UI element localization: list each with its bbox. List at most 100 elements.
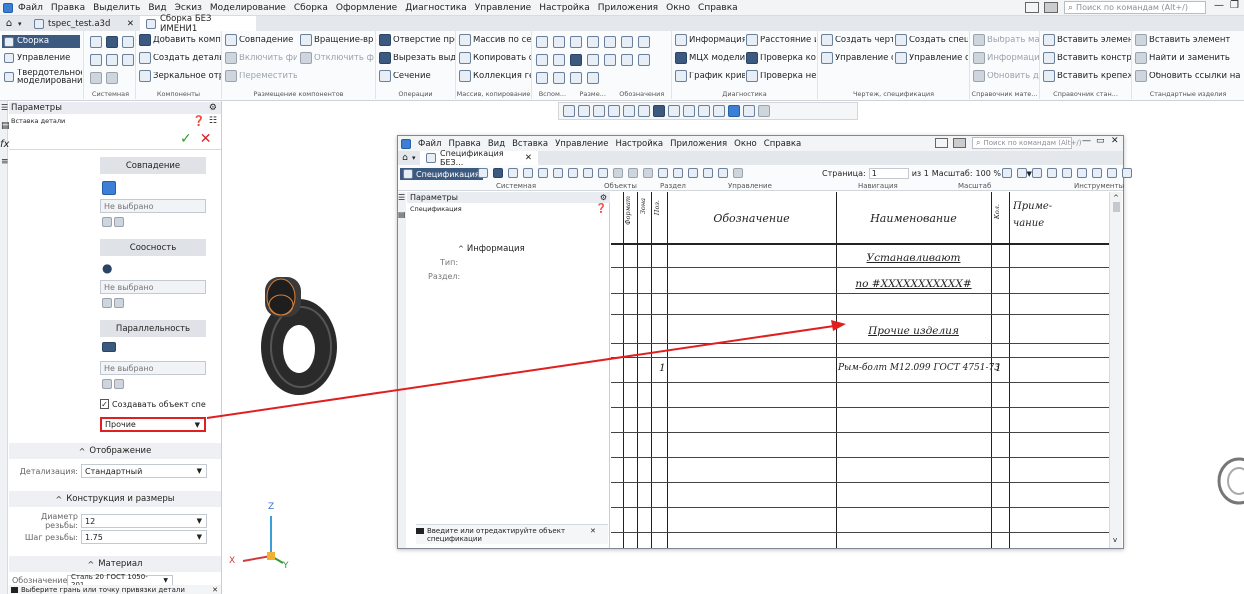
close-window-icon[interactable]: ✕ xyxy=(1111,136,1119,146)
install-text-line2[interactable]: по #XXXXXXXXXXX# xyxy=(836,278,991,290)
coaxial-object-field[interactable]: Не выбрано xyxy=(100,280,206,294)
new-file-icon[interactable] xyxy=(478,168,488,178)
manage-linked-specs-button[interactable]: Управление связанными с... xyxy=(895,52,968,64)
item-name[interactable]: Рым-болт М12.099 ГОСТ 4751-73 xyxy=(838,363,1000,373)
spec-menu-apps[interactable]: Приложения xyxy=(670,139,727,149)
continuity-check-button[interactable]: Проверка непрерывности xyxy=(746,70,816,82)
thread-icon[interactable] xyxy=(587,72,599,84)
create-drawing-button[interactable]: Создать чертеж по модели xyxy=(821,34,893,46)
menu-help[interactable]: Справка xyxy=(698,3,738,13)
close-tab-icon[interactable]: ✕ xyxy=(127,19,134,29)
cs-icon[interactable] xyxy=(553,72,565,84)
chevron-down-icon[interactable]: ▾ xyxy=(412,154,420,162)
insert-fastener-button[interactable]: Вставить крепежное со... xyxy=(1043,70,1131,82)
leader-icon[interactable] xyxy=(638,36,650,48)
linear-dim-icon[interactable] xyxy=(587,54,599,66)
properties-icon[interactable] xyxy=(106,54,118,66)
spec-menu-insert[interactable]: Вставка xyxy=(512,139,548,149)
select-pick-icon[interactable] xyxy=(102,379,112,389)
gear-icon[interactable]: ⚙ xyxy=(209,103,217,113)
table-icon[interactable] xyxy=(703,168,713,178)
tree-node-icon[interactable]: ▤ xyxy=(398,210,406,219)
tree-icon[interactable]: ☰ xyxy=(398,193,405,202)
settings-icon[interactable] xyxy=(553,168,563,178)
tools-b-icon[interactable] xyxy=(1107,168,1117,178)
plane-icon[interactable] xyxy=(553,36,565,48)
create-part-button[interactable]: Создать деталь xyxy=(139,52,221,64)
sketch-icon[interactable] xyxy=(536,72,548,84)
mass-properties-button[interactable]: МЦХ модели xyxy=(675,52,745,64)
help-icon[interactable]: ❓ xyxy=(192,116,204,127)
eyebolt-model[interactable] xyxy=(251,269,351,399)
minimize-icon[interactable]: — xyxy=(1082,136,1091,146)
create-spec-option[interactable]: ✓ Создавать объект спец... xyxy=(100,399,206,409)
tree-toggle-icon[interactable]: ☷ xyxy=(209,116,217,126)
rotate-icon[interactable] xyxy=(638,105,650,117)
parallel-object-field[interactable]: Не выбрано xyxy=(100,361,206,375)
display-section-header[interactable]: ^ Отображение xyxy=(9,443,221,459)
menu-window[interactable]: Окно xyxy=(666,3,690,13)
insert-std-element-button[interactable]: Вставить элемент xyxy=(1135,34,1241,46)
radius-dim-icon[interactable] xyxy=(604,36,616,48)
mirror-component-button[interactable]: Зеркальное отражение ко... xyxy=(139,70,221,82)
select-pick-icon[interactable] xyxy=(102,217,112,227)
copy-objects-button[interactable]: Копировать объекты xyxy=(459,52,531,64)
frame-icon[interactable] xyxy=(1047,168,1057,178)
sum-icon[interactable] xyxy=(718,168,728,178)
mode-manage[interactable]: Управление xyxy=(4,53,70,63)
undo-icon[interactable] xyxy=(90,72,102,84)
item-qty[interactable]: 1 xyxy=(995,362,1002,374)
disable-fix-button[interactable]: Отключить фиксацию xyxy=(300,52,374,64)
parallel-icon[interactable] xyxy=(102,342,116,352)
display-mode-icon[interactable] xyxy=(653,105,665,117)
page-input[interactable]: 1 xyxy=(868,168,909,179)
geometry-collection-button[interactable]: Коллекция геометрии xyxy=(459,70,531,82)
tab-tspec-test[interactable]: tspec_test.a3d ✕ xyxy=(28,16,140,31)
maximize-icon[interactable]: ▭ xyxy=(1096,136,1105,146)
object-info-button[interactable]: Информация об объекте xyxy=(675,34,745,46)
section-view-icon[interactable] xyxy=(683,105,695,117)
tree-icon[interactable]: ☰ xyxy=(1,103,8,112)
roughness-icon[interactable] xyxy=(621,36,633,48)
insert-structural-button[interactable]: Вставить конструктивн... xyxy=(1043,52,1131,64)
chevron-down-icon[interactable]: ▾ xyxy=(18,20,28,28)
collision-check-button[interactable]: Проверка коллизий xyxy=(746,52,816,64)
construct-section-header[interactable]: ^ Конструкция и размеры xyxy=(9,491,221,507)
menu-sketch[interactable]: Эскиз xyxy=(175,3,202,13)
add-section-icon[interactable] xyxy=(583,168,593,178)
item-position[interactable]: 1 xyxy=(659,362,666,374)
tools-a-icon[interactable] xyxy=(1092,168,1102,178)
disabled-c-icon[interactable] xyxy=(643,168,653,178)
fit-page-icon[interactable] xyxy=(1002,168,1012,178)
menu-view[interactable]: Вид xyxy=(148,3,166,13)
close-status-icon[interactable]: ✕ xyxy=(212,586,221,594)
thread-diameter-dropdown[interactable]: 12 ▼ xyxy=(81,514,207,528)
angle-dim-icon[interactable] xyxy=(587,36,599,48)
scroll-up-icon[interactable]: ^ xyxy=(1113,194,1119,202)
spec-menu-help[interactable]: Справка xyxy=(764,139,801,149)
menu-modeling[interactable]: Моделирование xyxy=(210,3,286,13)
props-icon[interactable] xyxy=(523,168,533,178)
save-icon[interactable] xyxy=(508,168,518,178)
select-pick-icon[interactable] xyxy=(102,298,112,308)
add-base-icon[interactable] xyxy=(598,168,608,178)
gear-icon[interactable]: ⚙ xyxy=(600,193,607,202)
layout-split-icon[interactable] xyxy=(953,138,966,148)
update-material-button[interactable]: Обновить данные по мат... xyxy=(973,70,1039,82)
axis-icon[interactable] xyxy=(536,36,548,48)
page-icon[interactable] xyxy=(1032,168,1042,178)
mode-assembly[interactable]: Сборка xyxy=(2,35,80,48)
material-info-button[interactable]: Информация о материале... xyxy=(973,52,1039,64)
cut-extrude-button[interactable]: Вырезать выдавливанием xyxy=(379,52,455,64)
chamfer-dim-icon[interactable] xyxy=(604,54,616,66)
print-icon[interactable] xyxy=(90,54,102,66)
menu-assembly[interactable]: Сборка xyxy=(294,3,328,13)
add-object-icon[interactable] xyxy=(568,168,578,178)
open-folder-icon[interactable] xyxy=(493,168,503,178)
section-button[interactable]: Сечение xyxy=(379,70,455,82)
perspective-icon[interactable] xyxy=(668,105,680,117)
edit-obj-icon[interactable] xyxy=(658,168,668,178)
select-pick2-icon[interactable] xyxy=(114,298,124,308)
menu-select[interactable]: Выделить xyxy=(93,3,140,13)
curvature-graph-button[interactable]: График кривизны xyxy=(675,70,745,82)
